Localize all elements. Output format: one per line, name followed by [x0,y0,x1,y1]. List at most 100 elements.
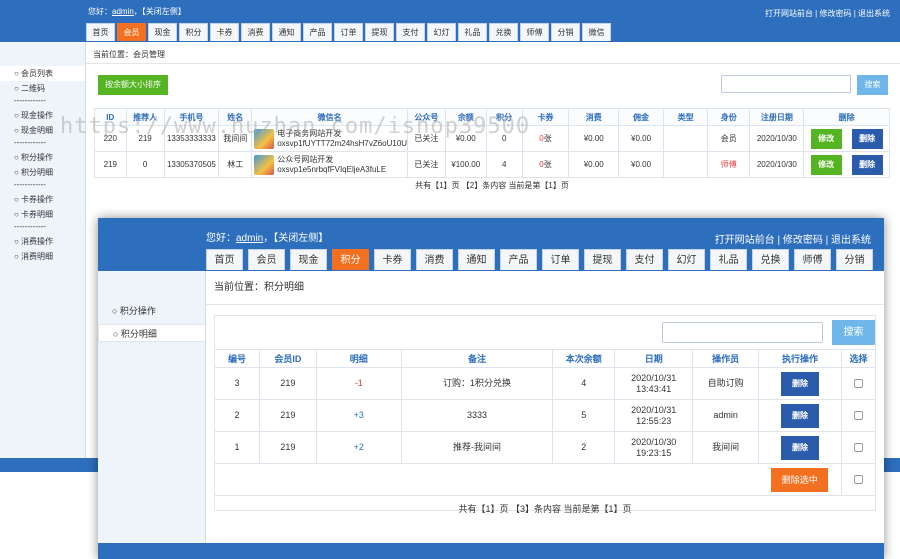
fg-pager: 共有【1】页 【3】条内容 当前是第【1】页 [458,504,632,514]
fg-sidebar-item[interactable]: ○ 积分操作 [98,302,205,320]
bg-tab[interactable]: 现金 [148,23,177,41]
member-col-header: 佣金 [618,108,665,126]
cards-unit: 张 [543,160,552,169]
record-date-day: 2020/10/30 [631,436,677,447]
fg-close-left-link[interactable]: ，【关闭左侧】 [263,233,328,244]
record-balance: 4 [552,367,616,400]
delete-selected-button[interactable]: 删除选中 [771,467,829,492]
bg-tab[interactable]: 订单 [334,23,363,41]
record-action: 删除 [758,399,842,432]
fg-tab[interactable]: 师傅 [794,249,831,270]
fg-tab[interactable]: 积分 [332,249,369,270]
bg-top-links[interactable]: 打开网站前台 | 修改密码 | 退出系统 [765,8,890,19]
record-detail: -1 [315,367,402,400]
bg-header: 您好：admin，【关闭左侧】 打开网站前台 | 修改密码 | 退出系统 首页会… [0,0,900,42]
sort-by-balance-button[interactable]: 按余额大小排序 [98,75,168,95]
points-row: 2 219 +3 3333 5 2020/10/31 12:55:23 admin 删除 [214,399,876,432]
bg-sidebar-item[interactable]: ○ 消费操作 [0,234,85,249]
fg-tab[interactable]: 通知 [458,249,495,270]
fg-user-link[interactable]: admin [236,233,263,244]
bg-tab[interactable]: 首页 [86,23,115,41]
member-commission: ¥0.00 [618,125,665,152]
fg-nav-tabs: 首页 会员 现金 积分 卡券 消费 通知 产品 订单 提现 支付 幻灯 礼品 兑换 师傅 分销 [206,249,878,271]
bg-tab[interactable]: 兑换 [489,23,518,41]
fg-tab[interactable]: 兑换 [752,249,789,270]
bg-tab[interactable]: 幻灯 [427,23,456,41]
bg-tab[interactable]: 产品 [303,23,332,41]
bg-tab[interactable]: 卡券 [210,23,239,41]
fg-top-links[interactable]: 打开网站前台 | 修改密码 | 退出系统 [715,231,871,246]
wechat-openid: oxsvp1fUYTT72m24hsH7vZ6oU10U [277,138,408,148]
fg-tab[interactable]: 礼品 [710,249,747,270]
fg-tab[interactable]: 卡券 [374,249,411,270]
record-select [841,367,876,400]
bg-tab[interactable]: 支付 [396,23,425,41]
delete-record-button[interactable]: 删除 [781,371,820,396]
select-all-checkbox[interactable] [854,475,863,485]
bg-tab[interactable]: 消费 [241,23,270,41]
delete-record-button[interactable]: 删除 [781,435,820,460]
bg-sidebar-item[interactable]: ○ 卡券明细 [0,207,85,222]
record-operator: 自助订购 [692,367,760,400]
bg-sidebar-item[interactable]: ○ 消费明细 [0,249,85,264]
bg-tab[interactable]: 通知 [272,23,301,41]
fg-tab[interactable]: 分销 [836,249,873,270]
record-operator: admin [692,399,760,432]
bg-sidebar-spacer [0,42,85,66]
bg-user-link[interactable]: admin [112,7,134,16]
record-action: 删除 [758,367,842,400]
fg-tab[interactable]: 产品 [500,249,537,270]
fg-sidebar: ○ 积分操作 ○ 积分明细 [98,271,206,559]
bg-tab[interactable]: 积分 [179,23,208,41]
delete-member-button[interactable]: 删除 [851,128,883,149]
select-checkbox[interactable] [854,411,863,421]
bg-sidebar-item[interactable]: ○ 卡券操作 [0,192,85,207]
fg-tab[interactable]: 会员 [248,249,285,270]
bg-tab[interactable]: 会员 [117,23,146,41]
select-checkbox[interactable] [854,379,863,389]
bg-tab[interactable]: 分销 [551,23,580,41]
bg-close-left-link[interactable]: ，【关闭左侧】 [134,7,186,16]
bg-sidebar: ○ 会员列表 ○ 二维码 ------------ ○ 现金操作 ○ 现金明细 -----… [0,42,86,458]
record-operator: 我间间 [692,431,760,464]
bg-sidebar-item[interactable]: ○ 会员列表 [0,66,85,81]
fg-tab[interactable]: 幻灯 [668,249,705,270]
fg-tab[interactable]: 支付 [626,249,663,270]
points-col-header: 备注 [400,349,554,368]
edit-member-button[interactable]: 修改 [810,154,842,175]
member-col-header: 注册日期 [749,108,805,126]
bg-sidebar-item[interactable]: ○ 二维码 [0,81,85,96]
fg-tab[interactable]: 订单 [542,249,579,270]
member-actions: 修改 删除 [803,151,890,178]
edit-member-button[interactable]: 修改 [810,128,842,149]
bg-sidebar-separator: ------------ [14,96,46,105]
select-all-cell [841,463,876,496]
bg-search-button[interactable]: 搜索 [857,75,888,95]
bg-sidebar-item[interactable]: ○ 积分明细 [0,165,85,180]
fg-search-button[interactable]: 搜索 [832,320,875,345]
bg-search-input[interactable] [721,75,851,93]
bg-tab[interactable]: 微信 [582,23,611,41]
record-number: 3 [214,367,260,400]
fg-sidebar-item[interactable]: ○ 积分明细 [98,324,205,342]
fg-tab[interactable]: 首页 [206,249,243,270]
record-detail: +2 [315,431,402,464]
delete-member-button[interactable]: 删除 [851,154,883,175]
fg-tab[interactable]: 提现 [584,249,621,270]
fg-greeting-prefix: 您好： [206,233,236,244]
points-table-header: 编号 会员ID 明细 备注 本次余额 日期 操作员 执行操作 选择 [214,349,876,368]
bg-tab[interactable]: 师傅 [520,23,549,41]
fg-greeting: 您好：admin，【关闭左侧】 [206,229,328,244]
delete-record-button[interactable]: 删除 [781,403,820,428]
fg-breadcrumb: 当前位置：积分明细 [206,271,884,305]
bg-tab[interactable]: 礼品 [458,23,487,41]
bg-sidebar-item[interactable]: ○ 积分操作 [0,150,85,165]
select-checkbox[interactable] [854,443,863,453]
fg-tab[interactable]: 现金 [290,249,327,270]
member-commission: ¥0.00 [618,151,665,178]
fg-search-input[interactable] [662,322,823,343]
record-note: 3333 [400,399,554,432]
bg-tab[interactable]: 提现 [365,23,394,41]
wechat-openid: oxsvp1e5nrbqfFVIqEljeA3fuLE [277,164,387,174]
fg-tab[interactable]: 消费 [416,249,453,270]
